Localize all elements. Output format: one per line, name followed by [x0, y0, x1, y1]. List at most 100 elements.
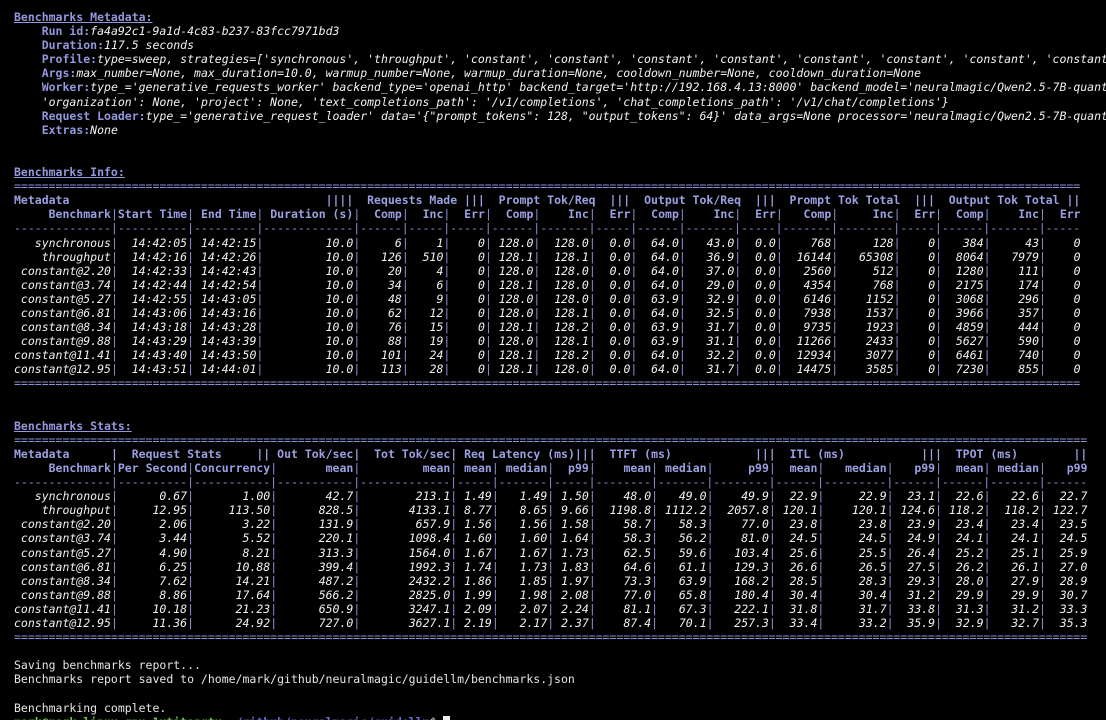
table-cell: 0 — [1046, 320, 1081, 334]
table-cell: 73.3 — [596, 574, 651, 588]
column-separator: | — [589, 503, 596, 517]
column-group-label: |||| — [326, 193, 354, 207]
column-separator: | — [679, 278, 686, 292]
column-separator: | — [1039, 236, 1046, 250]
table-cell: 27.5 — [894, 560, 936, 574]
table-cell: 1.49 — [499, 489, 547, 503]
column-separator: | — [769, 616, 776, 630]
table-cell: 0 — [1046, 362, 1081, 376]
table-cell: constant@5.27 — [14, 292, 111, 306]
table-cell: 43.0 — [686, 236, 734, 250]
table-row: constant@6.81| 14:43:06| 14:43:16| 10.0|… — [14, 306, 1106, 320]
table-border-bottom: ========================================… — [14, 630, 1087, 644]
column-header: median — [499, 461, 547, 475]
metadata-key: Args: — [42, 66, 77, 80]
column-separator: | — [776, 236, 783, 250]
column-separator: | — [894, 292, 901, 306]
column-separator: | — [887, 489, 894, 503]
table-cell: 1.73 — [499, 560, 547, 574]
column-separator: | — [984, 461, 991, 475]
column-separator: | — [769, 602, 776, 616]
complete-message: Benchmarking complete. — [14, 701, 166, 715]
table-cell: 0 — [901, 306, 936, 320]
column-group-label: || — [256, 447, 270, 461]
table-cell: 14:43:16 — [194, 306, 256, 320]
table-cell: 122.7 — [1046, 503, 1088, 517]
table-cell: 0.0 — [596, 306, 631, 320]
table-cell: 357 — [991, 306, 1039, 320]
column-separator: | — [589, 531, 596, 545]
column-separator: | — [402, 250, 409, 264]
column-separator: | — [776, 264, 783, 278]
table-cell: 33.8 — [894, 602, 936, 616]
metadata-value: type_='generative_requests_worker' backe… — [90, 80, 1106, 94]
column-group-label: Metadata — [14, 447, 111, 461]
column-header: p99 — [714, 461, 769, 475]
table-cell: 22.6 — [991, 489, 1039, 503]
table-row: throughput| 12.95| 113.50| 828.5| 4133.1… — [14, 503, 1106, 517]
column-separator: | — [485, 348, 492, 362]
table-cell: 168.2 — [714, 574, 769, 588]
metadata-line: Duration:117.5 seconds — [14, 38, 1106, 52]
table-cell: 2.37 — [554, 616, 589, 630]
column-separator: | — [1039, 207, 1046, 221]
table-cell: 14:43:05 — [194, 292, 256, 306]
column-separator: | — [492, 602, 499, 616]
column-header: p99 — [894, 461, 936, 475]
table-cell: 2175 — [942, 278, 984, 292]
table-cell: 22.9 — [776, 489, 818, 503]
column-separator: | — [984, 250, 991, 264]
column-separator: | — [887, 588, 894, 602]
table-cell: 3.44 — [118, 531, 187, 545]
table-cell: 31.7 — [686, 320, 734, 334]
section-title-line: Benchmarks Metadata: — [14, 10, 1106, 24]
table-cell: 128.0 — [492, 292, 534, 306]
table-cell: 128.0 — [492, 306, 534, 320]
column-separator: | — [589, 616, 596, 630]
table-cell: 59.6 — [658, 546, 706, 560]
table-row: constant@11.41| 14:43:40| 14:43:50| 10.0… — [14, 348, 1106, 362]
table-cell: 14:43:39 — [194, 334, 256, 348]
column-group-label: | — [111, 447, 118, 461]
table-cell: constant@9.88 — [14, 334, 111, 348]
table-cell: 7938 — [783, 306, 831, 320]
table-cell: 12.95 — [118, 503, 187, 517]
table-cell: 9735 — [783, 320, 831, 334]
table-cell: 15 — [409, 320, 444, 334]
table-cell: 222.1 — [714, 602, 769, 616]
table-cell: 25.9 — [1046, 546, 1088, 560]
terminal: Benchmarks Metadata: Run id:fa4a92c1-9a1… — [0, 0, 1106, 720]
table-cell: 48 — [360, 292, 402, 306]
metadata-value: max_number=None, max_duration=10.0, warm… — [76, 66, 921, 80]
column-separator: | — [935, 616, 942, 630]
table-cell: 64.0 — [637, 250, 679, 264]
column-separator: | — [589, 236, 596, 250]
column-separator: | — [769, 588, 776, 602]
table-cell: 1.67 — [499, 546, 547, 560]
column-separator: | — [492, 503, 499, 517]
table-cell: 32.5 — [686, 306, 734, 320]
column-header: Benchmark — [14, 207, 111, 221]
column-separator: | — [589, 348, 596, 362]
table-cell: 0 — [901, 362, 936, 376]
table-cell: 0 — [450, 264, 485, 278]
table-cell: 0 — [450, 292, 485, 306]
column-group-label: ||| — [609, 193, 630, 207]
table-cell: 10.0 — [263, 278, 353, 292]
column-separator: | — [679, 362, 686, 376]
column-separator: | — [984, 503, 991, 517]
column-separator: | — [679, 207, 686, 221]
column-separator: | — [492, 546, 499, 560]
column-separator: | — [935, 574, 942, 588]
column-separator: | — [589, 574, 596, 588]
table-cell: 87.4 — [596, 616, 651, 630]
column-separator: | — [707, 546, 714, 560]
table-cell: 10.0 — [263, 264, 353, 278]
table-cell: 34 — [360, 278, 402, 292]
metadata-line: 'organization': None, 'project': None, '… — [14, 95, 1106, 109]
table-cell: 14:43:40 — [118, 348, 187, 362]
table-cell: 12 — [409, 306, 444, 320]
column-separator: | — [1039, 602, 1046, 616]
table-cell: 26.1 — [991, 560, 1039, 574]
table-cell: 29.9 — [942, 588, 984, 602]
